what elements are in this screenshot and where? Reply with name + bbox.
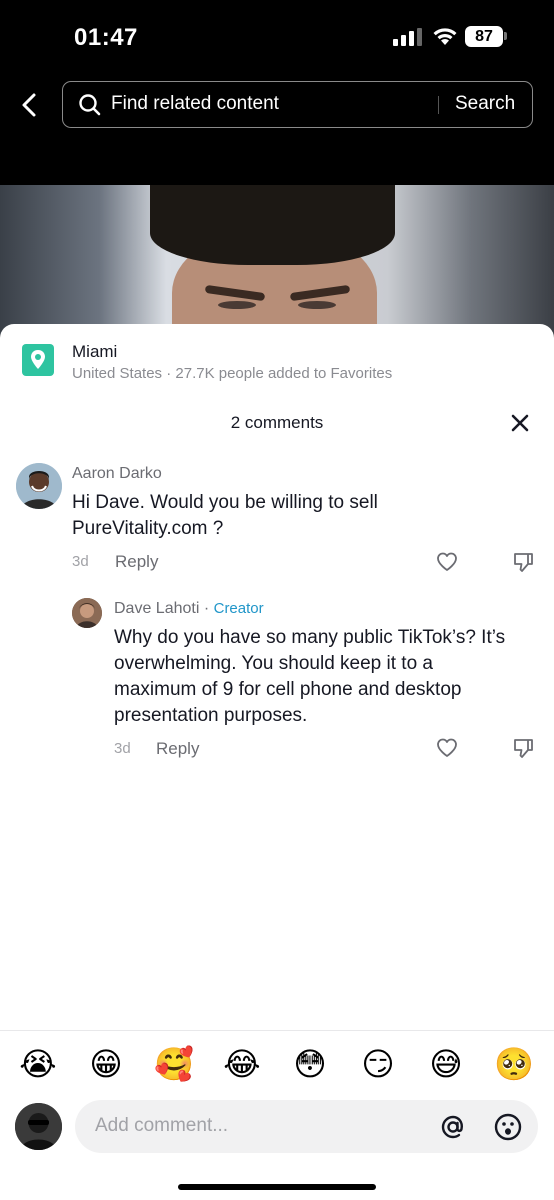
battery-tip	[504, 32, 507, 40]
dislike-icon[interactable]	[511, 736, 535, 760]
emoji-laughing[interactable]: 😂	[222, 1042, 262, 1086]
status-bar: 01:47 87	[0, 0, 554, 70]
reply-username[interactable]: Dave Lahoti	[114, 600, 199, 617]
avatar[interactable]	[72, 598, 102, 628]
video-eye-left	[218, 301, 256, 309]
emoji-picker-icon[interactable]	[493, 1112, 523, 1142]
battery-indicator: 87	[465, 26, 503, 47]
emoji-smirk[interactable]: 😏	[358, 1042, 398, 1086]
username-separator: ·	[199, 600, 214, 617]
close-button[interactable]	[508, 411, 532, 435]
search-button[interactable]: Search	[455, 93, 515, 115]
location-name: Miami	[72, 342, 118, 361]
avatar[interactable]	[16, 463, 62, 509]
heart-icon[interactable]	[435, 736, 459, 760]
emoji-hearts[interactable]: 🥰	[154, 1042, 194, 1086]
comment-sheet: Miami United States · 27.7K people added…	[0, 324, 554, 1200]
cellular-signal-icon	[393, 28, 423, 46]
reply-button[interactable]: Reply	[115, 552, 158, 572]
heart-icon[interactable]	[435, 550, 459, 574]
video-hair	[150, 185, 395, 265]
emoji-sweat-smile[interactable]: 😅	[426, 1042, 466, 1086]
comments-count-title: 2 comments	[230, 413, 324, 432]
dislike-icon[interactable]	[511, 550, 535, 574]
creator-badge: Creator	[213, 600, 264, 617]
video-eye-right	[298, 301, 336, 309]
emoji-flushed[interactable]: 😳	[290, 1042, 330, 1086]
comment-text-line: overwhelming. You should keep it to a	[114, 653, 433, 674]
emoji-grinning[interactable]: 😁	[86, 1042, 126, 1086]
emoji-divider	[0, 1030, 554, 1031]
comment-text-line: maximum of 9 for cell phone and desktop	[114, 679, 462, 700]
home-indicator	[178, 1184, 376, 1190]
comment-text-line: Hi Dave. Would you be willing to sell	[72, 492, 378, 513]
comment-text-line: PureVitality.com ?	[72, 518, 224, 539]
location-pin-icon	[22, 344, 54, 376]
video-frame[interactable]	[0, 185, 554, 335]
location-banner[interactable]: Miami United States · 27.7K people added…	[0, 324, 554, 394]
comment-text-line: Why do you have so many public TikTok’s?…	[114, 627, 506, 648]
search-box[interactable]: Find related content Search	[62, 81, 533, 128]
search-input[interactable]: Find related content	[111, 93, 279, 115]
comment-username[interactable]: Aaron Darko	[72, 465, 162, 483]
status-time: 01:47	[74, 24, 138, 51]
comment-input-placeholder: Add comment...	[95, 1115, 229, 1136]
wifi-icon	[433, 28, 457, 45]
search-divider	[438, 96, 439, 114]
comment-time: 3d	[114, 740, 131, 757]
location-subtitle: United States · 27.7K people added to Fa…	[72, 365, 393, 382]
mention-icon[interactable]	[439, 1113, 467, 1141]
back-button[interactable]	[14, 90, 44, 120]
emoji-pleading[interactable]: 🥺	[494, 1042, 534, 1086]
search-header: Find related content Search	[0, 70, 554, 185]
emoji-quick-bar: 😭 😁 🥰 😂 😳 😏 😅 🥺	[0, 1042, 554, 1088]
emoji-crying[interactable]: 😭	[18, 1042, 58, 1086]
comment-input[interactable]: Add comment...	[75, 1100, 538, 1153]
current-user-avatar[interactable]	[15, 1103, 62, 1150]
reply-button[interactable]: Reply	[156, 739, 199, 759]
reply-username-row: Dave Lahoti · Creator	[114, 600, 264, 618]
comment-text-line: presentation purposes.	[114, 705, 308, 726]
search-icon	[79, 94, 101, 116]
comment-time: 3d	[72, 553, 89, 570]
